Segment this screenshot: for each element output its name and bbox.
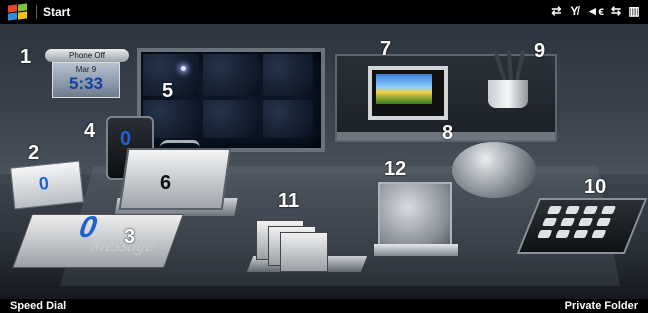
clock-display: Mar 9 5:33 — [52, 62, 120, 98]
volume-icon[interactable]: ◄ϵ — [586, 4, 604, 18]
desk-calendar-object[interactable] — [118, 140, 232, 210]
signal-off-icon[interactable]: Y̸ — [568, 4, 580, 18]
softkey-left[interactable]: Speed Dial — [10, 300, 66, 312]
telephone-object[interactable] — [452, 142, 536, 198]
hotspot-3-label: 3 — [124, 226, 136, 248]
connection-icon[interactable]: ⇆ — [610, 4, 622, 18]
speaker-base — [374, 244, 458, 256]
hotspot-5-label: 5 — [162, 80, 174, 102]
top-bar: Start ⇄ Y̸ ◄ϵ ⇆ ▥ — [0, 0, 648, 24]
hotspot-10-label: 10 — [584, 176, 607, 198]
clock-date: Mar 9 — [75, 65, 97, 74]
hotspot-6-label: 6 — [160, 172, 172, 194]
windows-flag-icon[interactable] — [6, 3, 28, 21]
softkey-right[interactable]: Private Folder — [565, 300, 638, 312]
hotspot-4-label: 4 — [84, 120, 96, 142]
battery-icon[interactable]: ▥ — [628, 4, 640, 18]
divider — [36, 5, 37, 19]
sync-icon[interactable]: ⇄ — [550, 4, 562, 18]
hotspot-8-label: 8 — [442, 122, 454, 144]
start-menu-label[interactable]: Start — [43, 5, 70, 19]
moon — [181, 66, 186, 71]
hotspot-2-label: 2 — [28, 142, 40, 164]
hotspot-9-label: 9 — [534, 40, 546, 62]
hotspot-1-label: 1 — [20, 46, 32, 68]
keypad-object[interactable] — [516, 198, 648, 254]
envelope-object[interactable]: 0 — [9, 160, 85, 210]
speaker-object[interactable] — [378, 182, 452, 252]
clock-time: 5:33 — [68, 74, 104, 93]
hotspot-11-label: 11 — [278, 190, 300, 212]
pen-cup-object[interactable] — [488, 80, 528, 108]
phone-status-button[interactable]: Phone Off — [44, 48, 130, 63]
message-text: Message — [87, 235, 159, 255]
message-card-object[interactable]: 0 Message — [12, 211, 184, 268]
pens-object — [493, 48, 530, 83]
contact-cards-object[interactable] — [254, 214, 354, 272]
softkey-bar: Speed Dial Private Folder — [0, 299, 648, 313]
photo-frame-object[interactable] — [368, 66, 448, 120]
status-icons: ⇄ Y̸ ◄ϵ ⇆ ▥ — [550, 4, 640, 18]
hotspot-7-label: 7 — [380, 38, 392, 60]
today-screen: Start ⇄ Y̸ ◄ϵ ⇆ ▥ Phone Off Mar 9 5:33 0… — [0, 0, 648, 313]
hotspot-12-label: 12 — [384, 158, 407, 180]
clock-widget[interactable]: Phone Off Mar 9 5:33 — [38, 48, 134, 98]
